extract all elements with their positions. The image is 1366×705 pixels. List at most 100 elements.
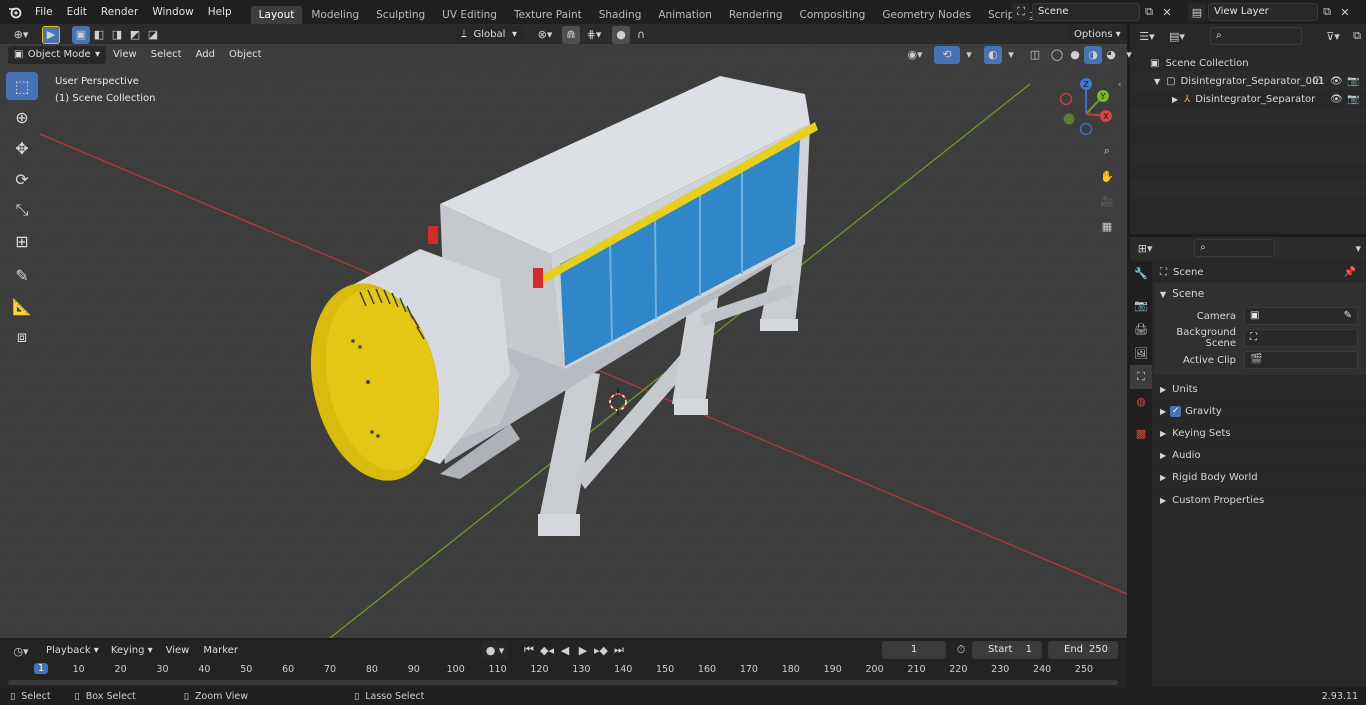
close-view-layer-icon[interactable]: ✕ [1336,3,1354,21]
scene-field[interactable]: Scene [1032,3,1140,21]
camera-view-icon[interactable]: 🎥 [1098,192,1116,210]
menu-render[interactable]: Render [94,0,145,24]
outliner-editor-type-icon[interactable]: ☰▾ [1134,27,1160,45]
eye-icon[interactable]: 👁 [1330,94,1343,105]
properties-options-icon[interactable]: ▾ [1351,239,1366,257]
section-custom-properties[interactable]: ▶ Custom Properties [1154,489,1366,511]
properties-editor-type-icon[interactable]: ⊞▾ [1134,239,1156,257]
close-scene-icon[interactable]: ✕ [1158,3,1176,21]
viewport-menu-select[interactable]: Select [144,45,189,64]
tab-geometry-nodes[interactable]: Geometry Nodes [874,6,979,24]
hand-pan-icon[interactable]: ✋ [1098,167,1116,185]
viewport-menu-add[interactable]: Add [189,45,222,64]
snap-target-icon[interactable]: ⋕▾ [582,26,606,44]
falloff-icon[interactable]: ∩ [632,26,650,44]
blender-logo-icon[interactable] [6,3,24,21]
proportional-edit-icon[interactable]: ● [612,25,630,44]
camera-icon[interactable]: 📷 [1347,94,1359,105]
section-gravity[interactable]: ▶ ✓ Gravity [1154,401,1366,423]
scene-tab-icon[interactable]: ⛶ [1130,365,1152,389]
tab-texture-paint[interactable]: Texture Paint [506,6,590,24]
new-collection-icon[interactable]: ⧉ [1348,27,1366,45]
tab-rendering[interactable]: Rendering [721,6,791,24]
overlay-toggle-icon[interactable]: ◐ [984,45,1002,64]
output-tab-icon[interactable]: 🖨 [1130,317,1152,341]
checkbox-icon[interactable]: ☑ [1313,76,1322,87]
tab-animation[interactable]: Animation [650,6,720,24]
filter-icon[interactable]: ⊽▾ [1320,27,1346,45]
move-tool-icon[interactable]: ✥ [6,134,38,162]
transform-tool-icon[interactable]: ⊞ [6,227,38,255]
current-frame-marker[interactable]: 1 [33,663,49,674]
navigation-gizmo[interactable]: Z Y X [1053,74,1123,144]
select-box-tool-icon[interactable]: ⬚ [6,72,38,100]
zoom-icon[interactable]: ⌕ [1098,142,1116,160]
view-layer-field[interactable]: View Layer [1208,3,1318,21]
wireframe-shading-icon[interactable]: ◯ [1048,46,1066,64]
copy-scene-icon[interactable]: ⧉ [1140,3,1158,21]
rendered-shading-icon[interactable]: ◕ [1102,46,1120,64]
transform-orientation-dropdown[interactable]: ⟘ Global ▾ [455,25,523,44]
view-layer-icon[interactable]: ▤ [1188,3,1206,21]
tab-modeling[interactable]: Modeling [303,6,367,24]
select-new-icon[interactable]: ▣ [72,25,90,44]
active-clip-field[interactable]: 🎬 [1244,351,1358,369]
outliner-search-input[interactable]: ⌕ [1210,27,1302,45]
scene-icon[interactable]: ⛶ [1012,3,1030,21]
snap-icon[interactable]: ⋒ [562,25,580,44]
section-audio[interactable]: ▶ Audio [1154,445,1366,467]
background-scene-field[interactable]: ⛶ [1244,329,1358,347]
timeline-scrollbar[interactable] [8,680,1118,685]
tab-layout[interactable]: Layout [250,6,303,24]
select-subtract-icon[interactable]: ◨ [108,26,126,44]
annotate-tool-icon[interactable]: ✎ [6,261,38,289]
menu-edit[interactable]: Edit [60,0,94,24]
options-dropdown[interactable]: Options ▾ [1068,25,1127,44]
properties-search-input[interactable]: ⌕ [1194,239,1275,257]
select-intersect-icon[interactable]: ◪ [144,26,162,44]
outliner-item[interactable]: ▶ ⅄ Disintegrator_Separator 👁 📷 [1130,90,1366,108]
section-rigid-body-world[interactable]: ▶ Rigid Body World [1154,467,1366,489]
eyedropper-icon[interactable]: ✎ [1344,308,1352,324]
outliner-scene-collection[interactable]: ▣ Scene Collection [1130,54,1366,72]
display-mode-icon[interactable]: ▤▾ [1164,27,1190,45]
measure-tool-icon[interactable]: 📐 [6,292,38,320]
add-cube-tool-icon[interactable]: ⧈ [6,323,38,351]
outliner-item[interactable]: ▼ ▢ Disintegrator_Separator_001 ☑ 👁 📷 [1130,72,1366,90]
pin-icon[interactable]: 📌 [1344,267,1356,278]
render-tab-icon[interactable]: 📷 [1130,293,1152,317]
select-extend-icon[interactable]: ◧ [90,26,108,44]
tool-tab-icon[interactable]: 🔧 [1130,261,1152,285]
tab-uv-editing[interactable]: UV Editing [434,6,505,24]
cursor-tool-icon[interactable]: ⊕ [6,103,38,131]
expand-arrow-icon[interactable]: ▼ [1154,77,1160,86]
select-invert-icon[interactable]: ◩ [126,26,144,44]
shading-options-icon[interactable]: ▾ [1120,46,1138,64]
overlay-options-icon[interactable]: ▾ [1002,46,1020,64]
scale-tool-icon[interactable]: ⤡ [6,196,38,224]
section-units[interactable]: ▶ Units [1154,379,1366,401]
tab-shading[interactable]: Shading [591,6,650,24]
perspective-grid-icon[interactable]: ▦ [1098,217,1116,235]
editor-type-icon[interactable]: ⊕▾ [8,26,34,44]
sidebar-toggle-icon[interactable]: ‹ [1118,80,1122,90]
material-shading-icon[interactable]: ◑ [1084,45,1102,64]
3d-viewport[interactable]: User Perspective (1) Scene Collection Z … [0,44,1127,638]
visibility-toggle-icon[interactable]: ◉▾ [902,46,928,64]
xray-toggle-icon[interactable]: ◫ [1026,46,1044,64]
rotate-tool-icon[interactable]: ⟳ [6,165,38,193]
viewport-menu-view[interactable]: View [106,45,144,64]
camera-icon[interactable]: 📷 [1347,76,1359,87]
tab-sculpting[interactable]: Sculpting [368,6,433,24]
copy-view-layer-icon[interactable]: ⧉ [1318,3,1336,21]
menu-help[interactable]: Help [201,0,239,24]
gravity-checkbox[interactable]: ✓ [1170,406,1182,417]
view-layer-tab-icon[interactable]: 🖼 [1130,341,1152,365]
menu-file[interactable]: File [28,0,60,24]
gizmo-options-icon[interactable]: ▾ [960,46,978,64]
tab-compositing[interactable]: Compositing [792,6,874,24]
select-tool-icon[interactable]: ▶ [42,25,60,44]
expand-arrow-icon[interactable]: ▶ [1172,95,1178,104]
texture-tab-icon[interactable]: ▩ [1130,421,1152,445]
camera-field[interactable]: ▣ ✎ [1244,307,1358,325]
